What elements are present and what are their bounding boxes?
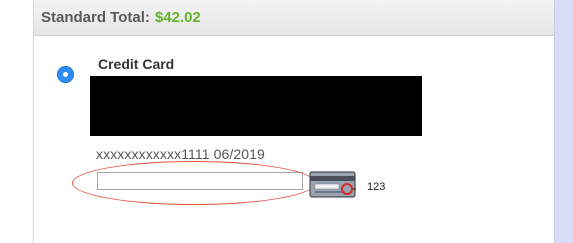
total-label: Standard Total:: [41, 9, 150, 26]
total-amount: $42.02: [154, 9, 201, 26]
annotation-ellipse: [72, 161, 316, 205]
cvv-hint: 123: [367, 181, 386, 193]
checkout-panel: Standard Total: $42.02 Credit Card xxxxx…: [33, 0, 555, 243]
partially-hidden-text: [96, 132, 256, 138]
total-header: Standard Total: $42.02: [34, 0, 555, 36]
masked-card-number: xxxxxxxxxxxx1111 06/2019: [96, 146, 265, 162]
credit-card-radio[interactable]: [57, 66, 74, 83]
credit-card-cvv-icon: [309, 171, 367, 198]
credit-card-label: Credit Card: [98, 56, 175, 72]
left-gutter: [0, 0, 33, 243]
vertical-scrollbar[interactable]: [554, 0, 573, 243]
redacted-block: [90, 76, 422, 136]
